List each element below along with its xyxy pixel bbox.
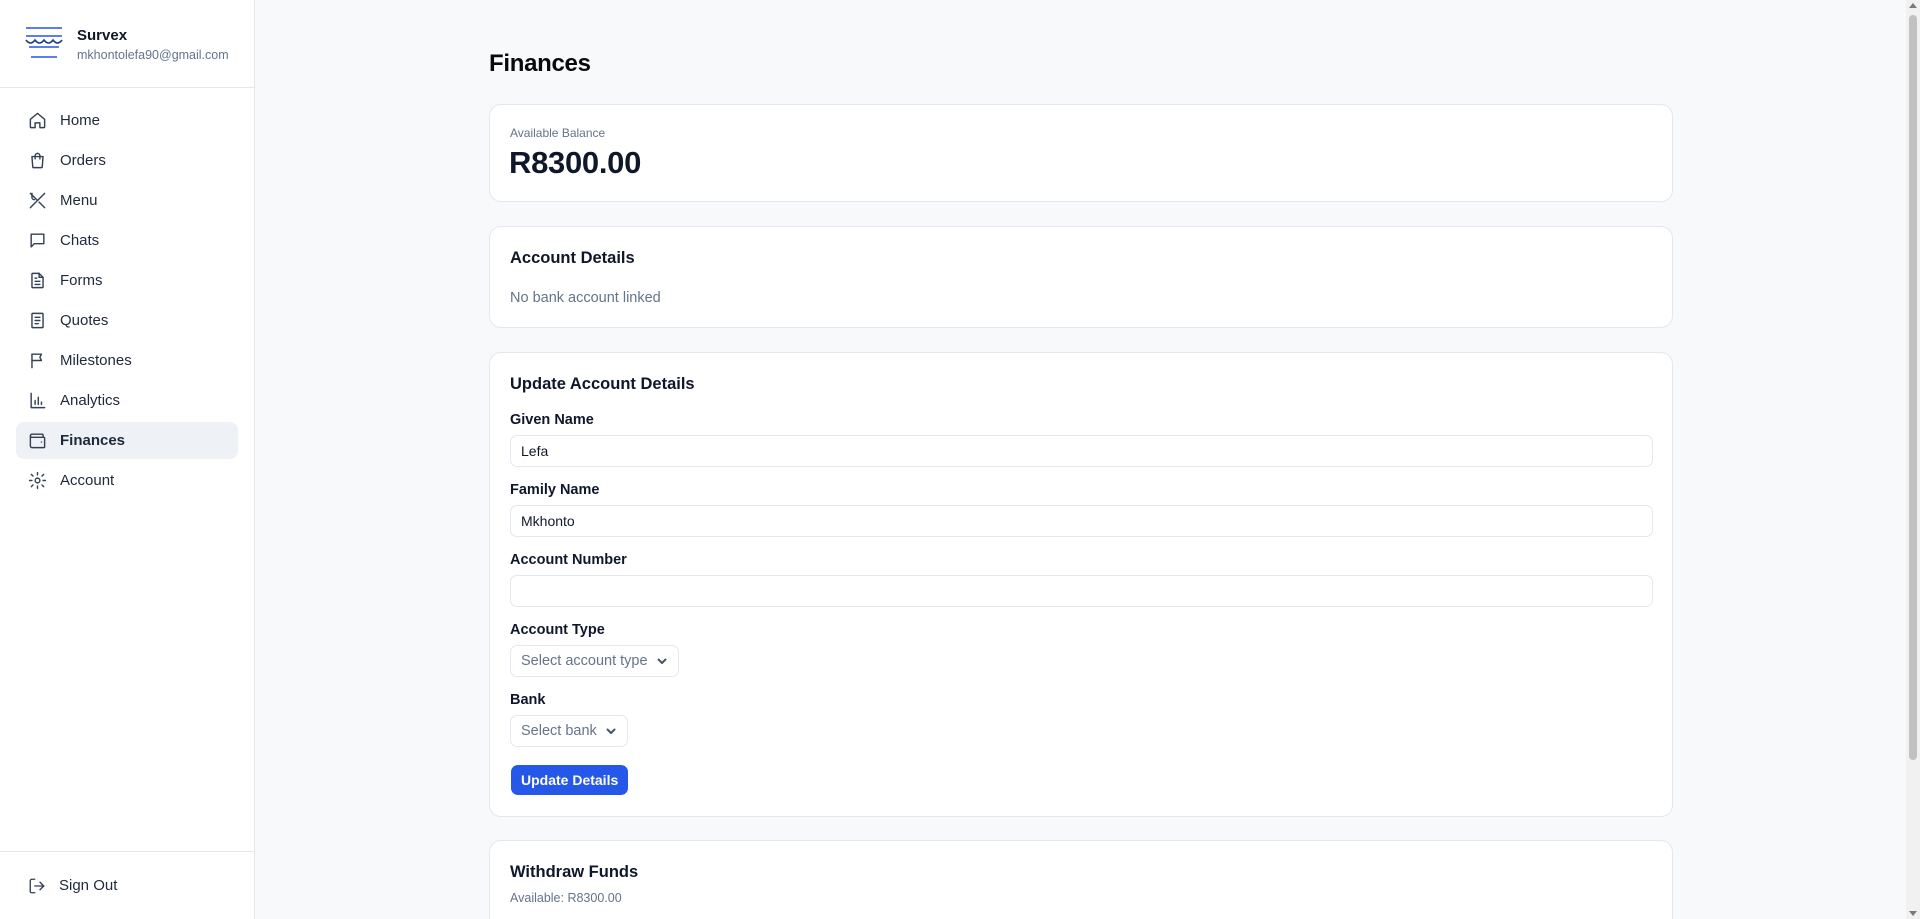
family-name-input[interactable] — [510, 505, 1653, 537]
withdraw-funds-title: Withdraw Funds — [510, 863, 639, 881]
sidebar-item-account[interactable]: Account — [16, 462, 238, 499]
sidebar-item-menu[interactable]: Menu — [16, 182, 238, 219]
home-icon — [29, 112, 46, 129]
scroll-down-arrow-icon[interactable] — [1909, 911, 1917, 916]
flag-icon — [31, 353, 43, 369]
sidebar-item-label: Finances — [60, 432, 126, 449]
sign-out-icon — [29, 878, 45, 893]
sidebar-item-label: Chats — [60, 232, 100, 249]
utensils-icon — [29, 192, 46, 209]
scroll-up-arrow-icon[interactable] — [1909, 3, 1917, 8]
balance-value: R8300.00 — [509, 145, 642, 180]
update-account-title: Update Account Details — [510, 375, 695, 393]
balance-card: Available Balance R8300.00 — [489, 104, 1673, 202]
sidebar-item-milestones[interactable]: Milestones — [16, 342, 238, 379]
bank-select[interactable]: Select bank — [510, 715, 628, 747]
sidebar-item-label: Orders — [60, 152, 106, 169]
account-number-label: Account Number — [510, 552, 627, 568]
update-account-card: Update Account Details Given Name Family… — [489, 352, 1673, 817]
sidebar-item-label: Forms — [60, 272, 103, 289]
bank-label: Bank — [510, 692, 546, 708]
survex-logo-icon — [25, 26, 63, 58]
sidebar-item-label: Home — [60, 112, 101, 129]
account-type-placeholder: Select account type — [521, 653, 648, 669]
sidebar-item-chats[interactable]: Chats — [16, 222, 238, 259]
account-details-card: Account Details No bank account linked — [489, 226, 1673, 328]
sidebar-item-analytics[interactable]: Analytics — [16, 382, 238, 419]
bar-chart-icon — [30, 392, 46, 409]
sidebar-item-quotes[interactable]: Quotes — [16, 302, 238, 339]
chevron-down-icon — [657, 658, 667, 664]
sign-out-label: Sign Out — [59, 877, 118, 894]
account-type-select[interactable]: Select account type — [510, 645, 679, 677]
file-text-icon — [31, 272, 44, 289]
account-type-label: Account Type — [510, 622, 605, 638]
wallet-icon — [29, 433, 46, 449]
sidebar: Survex mkhontolefa90@gmail.com Home Orde… — [0, 0, 255, 919]
sidebar-item-label: Milestones — [60, 352, 132, 369]
sidebar-item-finances[interactable]: Finances — [16, 422, 238, 459]
sidebar-nav: Home Orders Menu Chats Forms Quotes Mile… — [0, 88, 254, 499]
given-name-label: Given Name — [510, 412, 594, 428]
sidebar-item-forms[interactable]: Forms — [16, 262, 238, 299]
account-status-text: No bank account linked — [510, 290, 661, 306]
shopping-bag-icon — [31, 152, 44, 169]
brand-name: Survex — [77, 27, 128, 44]
sidebar-item-label: Menu — [60, 192, 98, 209]
account-details-title: Account Details — [510, 249, 635, 267]
chat-icon — [30, 233, 45, 248]
page-scrollbar[interactable] — [1906, 0, 1920, 919]
sidebar-item-label: Analytics — [60, 392, 121, 409]
given-name-input[interactable] — [510, 435, 1653, 467]
user-email: mkhontolefa90@gmail.com — [77, 48, 229, 62]
balance-label: Available Balance — [510, 126, 606, 140]
gear-icon — [28, 471, 47, 490]
withdraw-funds-card: Withdraw Funds Available: R8300.00 — [489, 840, 1673, 919]
withdraw-available-text: Available: R8300.00 — [510, 891, 622, 905]
sidebar-item-home[interactable]: Home — [16, 102, 238, 139]
scroll-thumb[interactable] — [1909, 15, 1917, 760]
sidebar-item-orders[interactable]: Orders — [16, 142, 238, 179]
sidebar-item-label: Account — [60, 472, 115, 489]
page-title: Finances — [489, 50, 591, 77]
chevron-down-icon — [606, 728, 616, 734]
family-name-label: Family Name — [510, 482, 600, 498]
sign-out-button[interactable]: Sign Out — [0, 851, 254, 919]
bank-placeholder: Select bank — [521, 723, 597, 739]
brand-header: Survex mkhontolefa90@gmail.com — [0, 0, 254, 88]
receipt-icon — [31, 312, 44, 329]
sidebar-item-label: Quotes — [60, 312, 109, 329]
account-number-input[interactable] — [510, 575, 1653, 607]
update-details-button[interactable]: Update Details — [511, 765, 629, 795]
